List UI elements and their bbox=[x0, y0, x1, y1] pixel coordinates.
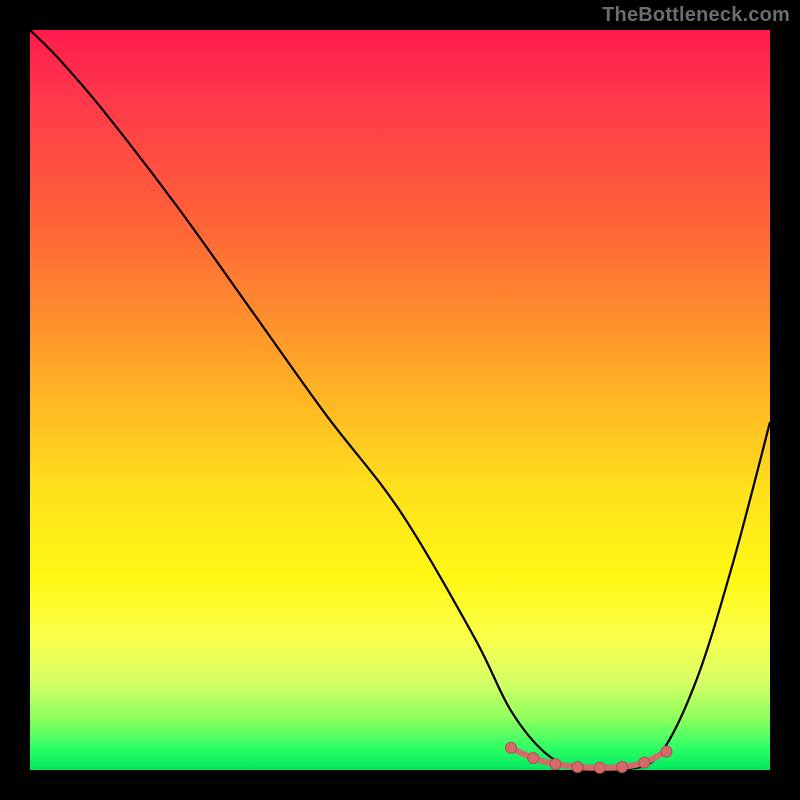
optimal-range-marker bbox=[617, 762, 628, 773]
optimal-range-marker bbox=[594, 762, 605, 773]
optimal-range-markers bbox=[506, 742, 672, 773]
optimal-range-marker bbox=[639, 757, 650, 768]
curve-svg bbox=[30, 30, 770, 770]
optimal-range-marker bbox=[528, 753, 539, 764]
optimal-range-marker bbox=[506, 742, 517, 753]
bottleneck-curve-path bbox=[30, 30, 770, 772]
optimal-range-marker bbox=[572, 762, 583, 773]
plot-area bbox=[30, 30, 770, 770]
chart-frame: TheBottleneck.com bbox=[0, 0, 800, 800]
optimal-range-marker bbox=[550, 759, 561, 770]
watermark-text: TheBottleneck.com bbox=[602, 4, 790, 27]
optimal-range-marker bbox=[661, 746, 672, 757]
